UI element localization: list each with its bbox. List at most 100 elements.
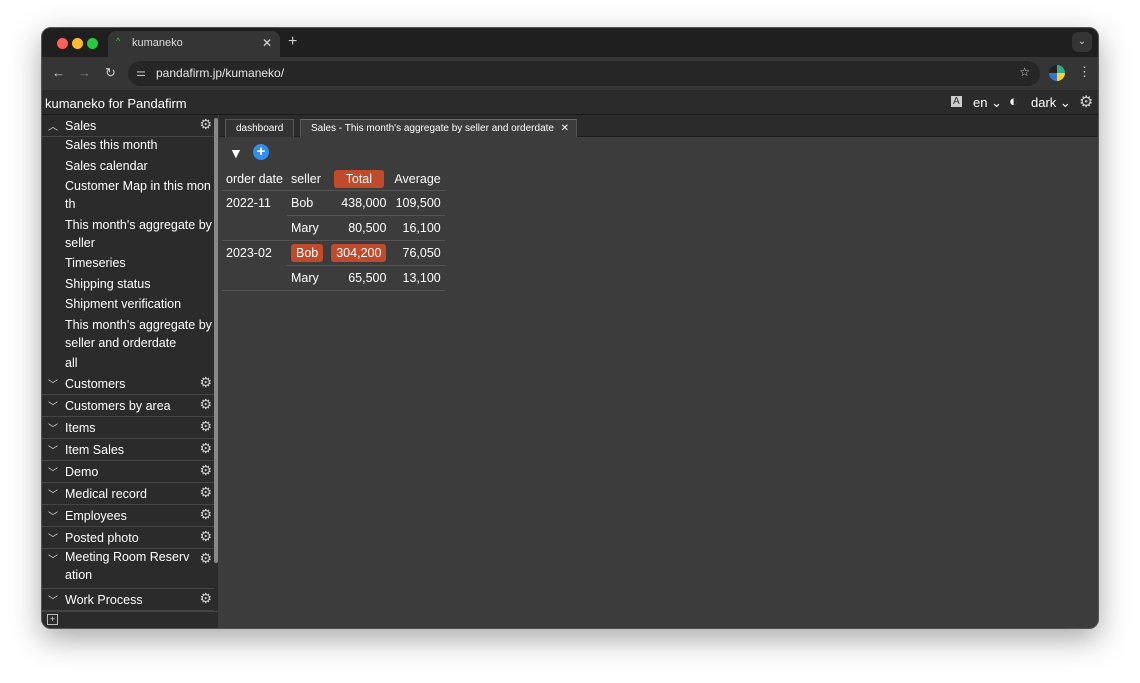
- sidebar-item[interactable]: Timeseries: [65, 255, 213, 273]
- tab-search-button[interactable]: ⌄: [1072, 32, 1092, 52]
- minimize-window-button[interactable]: [72, 38, 83, 49]
- site-settings-icon[interactable]: ⚌: [136, 66, 146, 79]
- chevron-down-icon: ﹀: [48, 534, 58, 545]
- close-tab-icon[interactable]: ✕: [561, 123, 569, 134]
- seller-cell: Mary: [290, 270, 319, 285]
- chevron-down-icon: ﹀: [48, 490, 58, 501]
- profile-avatar[interactable]: [1049, 65, 1065, 81]
- sidebar-group[interactable]: ﹀ Medical record ⚙: [42, 483, 214, 505]
- average-cell: 109,500: [390, 190, 445, 216]
- gear-icon[interactable]: ⚙: [199, 396, 212, 413]
- theme-select[interactable]: dark ⌄: [1031, 95, 1071, 111]
- sidebar-group[interactable]: ﹀ Demo ⚙: [42, 461, 214, 483]
- tab-label: Sales - This month's aggregate by seller…: [311, 123, 554, 134]
- browser-window: ^ kumaneko ✕ + ⌄ ← → ↻ ⚌ pandafirm.jp/kuman…: [41, 27, 1099, 629]
- forward-button[interactable]: →: [78, 65, 91, 80]
- group-label: Meeting Room Reservation: [65, 550, 190, 582]
- aggregate-table: order date seller Total Average 2022-11 B…: [222, 168, 445, 291]
- gear-icon[interactable]: ⚙: [199, 506, 212, 523]
- close-tab-icon[interactable]: ✕: [262, 36, 272, 50]
- sidebar-item[interactable]: This month's aggregate by seller: [65, 217, 213, 252]
- gear-icon[interactable]: ⚙: [199, 116, 212, 133]
- order-date-cell: [222, 265, 287, 291]
- average-cell: 13,100: [390, 265, 445, 291]
- group-label: Posted photo: [65, 531, 139, 545]
- gear-icon[interactable]: ⚙: [199, 590, 212, 607]
- sidebar-group[interactable]: ﹀ Item Sales ⚙: [42, 439, 214, 461]
- sidebar-item[interactable]: Shipping status: [65, 276, 213, 294]
- tab-dashboard[interactable]: dashboard: [225, 119, 295, 137]
- settings-gear-icon[interactable]: ⚙: [1079, 92, 1093, 112]
- url-text: pandafirm.jp/kumaneko/: [156, 66, 285, 80]
- sidebar-item[interactable]: Sales this month: [65, 137, 213, 155]
- sidebar-group-sales[interactable]: ︿ Sales ⚙: [42, 115, 214, 137]
- group-label: Medical record: [65, 487, 147, 501]
- main-content: dashboard Sales - This month's aggregate…: [219, 115, 1098, 628]
- column-header[interactable]: Average: [390, 168, 445, 191]
- sidebar-group[interactable]: ﹀ Customers by area ⚙: [42, 395, 214, 417]
- table-row[interactable]: 2023-02 Bob 304,200 76,050: [222, 240, 445, 266]
- tab-sales-aggregate[interactable]: Sales - This month's aggregate by seller…: [300, 119, 577, 137]
- bookmark-star-icon[interactable]: ☆: [1019, 65, 1030, 79]
- column-header-total[interactable]: Total: [327, 168, 391, 191]
- sidebar-group[interactable]: ﹀ Posted photo ⚙: [42, 527, 214, 549]
- table-row[interactable]: 2022-11 Bob 438,000 109,500: [222, 190, 445, 216]
- table-row[interactable]: Mary 65,500 13,100: [222, 265, 445, 291]
- sidebar-group[interactable]: ﹀ Employees ⚙: [42, 505, 214, 527]
- add-record-button[interactable]: +: [253, 144, 269, 160]
- new-tab-button[interactable]: +: [288, 33, 297, 51]
- browser-tab[interactable]: ^ kumaneko ✕: [108, 31, 280, 57]
- browser-tab-bar: ^ kumaneko ✕ + ⌄: [42, 28, 1098, 57]
- address-bar[interactable]: ⚌ pandafirm.jp/kumaneko/ ☆: [128, 61, 1040, 86]
- seller-cell: Mary: [290, 220, 319, 235]
- maximize-window-button[interactable]: [87, 38, 98, 49]
- group-label: Customers by area: [65, 399, 171, 413]
- gear-icon[interactable]: ⚙: [199, 440, 212, 457]
- gear-icon[interactable]: ⚙: [199, 484, 212, 501]
- group-label: Work Process: [65, 593, 143, 607]
- order-date-cell: 2023-02: [226, 245, 272, 260]
- column-header[interactable]: order date: [222, 168, 287, 191]
- sidebar-item[interactable]: Customer Map in this month: [65, 178, 213, 213]
- gear-icon[interactable]: ⚙: [199, 374, 212, 391]
- back-button[interactable]: ←: [52, 65, 65, 80]
- sidebar-item[interactable]: Sales calendar: [65, 158, 213, 176]
- sidebar-footer: +: [42, 611, 218, 628]
- table-header: order date seller Total Average: [222, 168, 445, 191]
- add-view-icon[interactable]: +: [47, 614, 58, 625]
- sidebar-group[interactable]: ﹀ Work Process ⚙: [42, 589, 214, 611]
- tab-title: kumaneko: [132, 37, 183, 49]
- close-window-button[interactable]: [57, 38, 68, 49]
- sidebar-item[interactable]: Shipment verification: [65, 296, 213, 314]
- gear-icon[interactable]: ⚙: [199, 462, 212, 479]
- language-select[interactable]: en ⌄: [973, 95, 1002, 111]
- menu-kebab-icon[interactable]: ⋮: [1078, 64, 1091, 80]
- favicon-icon: ^: [116, 36, 121, 46]
- filter-icon[interactable]: ▼: [229, 145, 243, 161]
- average-cell: 16,100: [390, 215, 445, 241]
- group-label: Items: [65, 421, 96, 435]
- gear-icon[interactable]: ⚙: [199, 528, 212, 545]
- chevron-down-icon: ﹀: [48, 380, 58, 391]
- sidebar-item[interactable]: all: [65, 355, 213, 373]
- table-row[interactable]: Mary 80,500 16,100: [222, 215, 445, 241]
- chevron-down-icon: ﹀: [48, 468, 58, 479]
- sidebar-group[interactable]: ﹀ Meeting Room Reservation ⚙: [42, 549, 214, 589]
- sidebar: ︿ Sales ⚙ Sales this month Sales calendar …: [42, 115, 218, 611]
- reload-button[interactable]: ↻: [105, 65, 116, 81]
- sidebar-group[interactable]: ﹀ Items ⚙: [42, 417, 214, 439]
- gear-icon[interactable]: ⚙: [199, 550, 212, 568]
- translate-icon: A: [951, 96, 962, 107]
- chevron-down-icon: ﹀: [48, 596, 58, 607]
- theme-value: dark: [1031, 95, 1057, 110]
- content-tabs: dashboard Sales - This month's aggregate…: [219, 115, 1098, 137]
- order-date-cell: [222, 215, 287, 241]
- gear-icon[interactable]: ⚙: [199, 418, 212, 435]
- chevron-down-icon: ﹀: [48, 446, 58, 457]
- column-header[interactable]: seller: [286, 168, 328, 191]
- sidebar-group[interactable]: ﹀ Customers ⚙: [42, 373, 214, 395]
- chevron-down-icon: ﹀: [48, 402, 58, 413]
- sidebar-scrollbar[interactable]: [214, 118, 218, 563]
- seller-cell: Bob: [290, 243, 324, 262]
- sidebar-item[interactable]: This month's aggregate by seller and ord…: [65, 317, 213, 352]
